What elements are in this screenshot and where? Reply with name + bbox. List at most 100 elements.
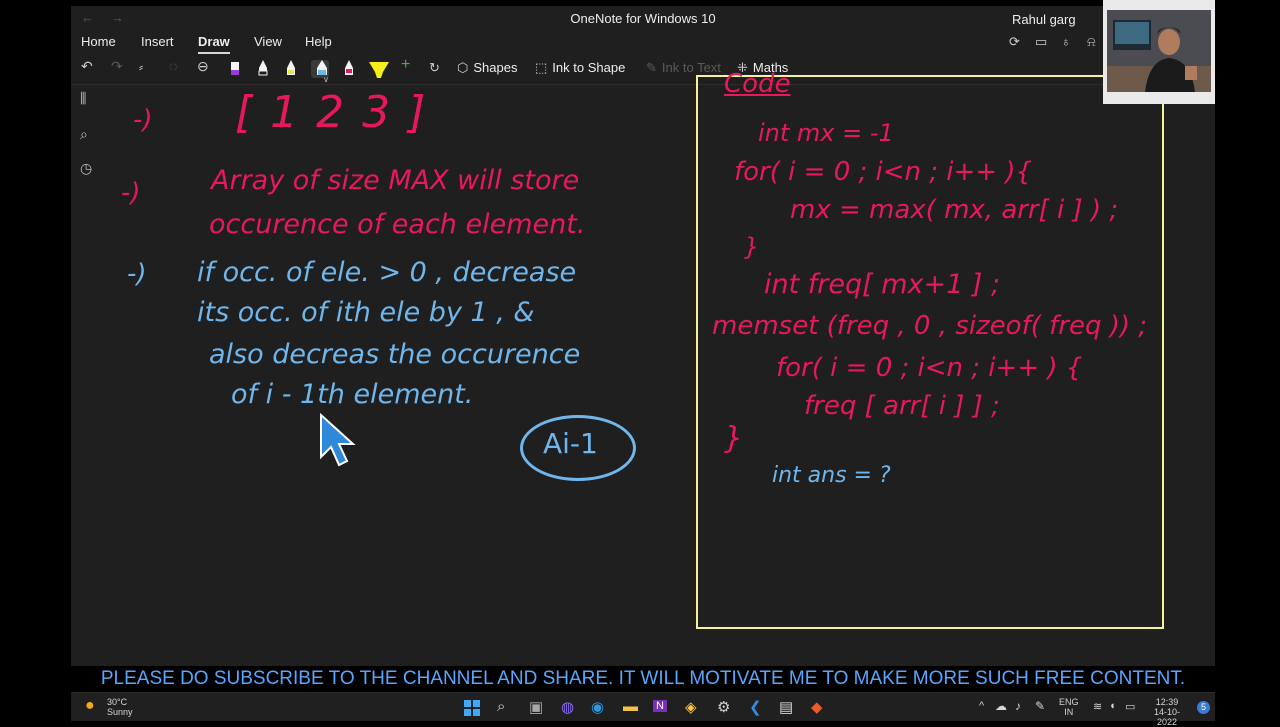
presenter-image — [1107, 10, 1211, 92]
ink-to-shape-button[interactable]: ⬚ Ink to Shape — [535, 60, 625, 76]
pen-2[interactable] — [257, 60, 268, 78]
ink-to-text-button[interactable]: ✎ Ink to Text — [646, 60, 721, 76]
title-bar: ← → OneNote for Windows 10 Rahul garg — [71, 6, 1215, 32]
ink-to-shape-label: Ink to Shape — [552, 60, 626, 75]
tray-chevron-icon[interactable]: ^ — [979, 700, 984, 712]
code-line-6: memset (freq , 0 , sizeof( freq )) ; — [712, 311, 1148, 341]
ink-bullet-4: of i - 1th element. — [231, 379, 474, 410]
page-canvas[interactable]: -) [ 1 2 3 ] -) Array of size MAX will s… — [105, 69, 1215, 666]
undo-icon[interactable]: ↶ — [81, 58, 93, 75]
code-line-2: for( i = 0 ; i<n ; i++ ){ — [734, 157, 1033, 187]
webcam-overlay — [1103, 0, 1215, 104]
pen-tray-icon[interactable]: ✎ — [1035, 699, 1045, 713]
weather-desc: Sunny — [107, 707, 133, 717]
settings-gear-icon[interactable]: ⚙ — [717, 698, 730, 716]
windows-start-icon[interactable] — [464, 700, 480, 716]
subscribe-banner: PLEASE DO SUBSCRIBE TO THE CHANNEL AND S… — [71, 666, 1215, 692]
tab-draw[interactable]: Draw — [198, 34, 230, 54]
file-explorer-icon[interactable]: ▬ — [623, 698, 638, 715]
ink-circled-label: Ai-1 — [543, 427, 598, 460]
redo-icon[interactable]: ↷ — [111, 58, 123, 75]
language-indicator[interactable]: ENG IN — [1059, 697, 1079, 717]
highlighter-yellow-icon — [369, 62, 389, 78]
ink-line-1: Array of size MAX will store — [211, 165, 580, 196]
tab-home[interactable]: Home — [81, 34, 116, 49]
microphone-icon[interactable]: ♪ — [1015, 699, 1021, 713]
left-nav: ⫼ ⌕ ◷ — [71, 86, 105, 666]
svg-text:v: v — [324, 75, 328, 82]
pen-5[interactable] — [343, 60, 353, 78]
pen-yellow-icon — [287, 60, 295, 75]
recent-clock-icon[interactable]: ◷ — [80, 160, 92, 177]
pen-3[interactable] — [285, 60, 295, 78]
onenote-window: ← → OneNote for Windows 10 Rahul garg Ho… — [71, 6, 1215, 666]
battery-icon[interactable]: ▭ — [1125, 700, 1135, 713]
weather-temp: 30°C — [107, 697, 128, 707]
notebooks-icon[interactable]: ⫼ — [80, 90, 86, 107]
pen-blue-icon: v — [317, 60, 328, 84]
code-line-7: for( i = 0 ; i<n ; i++ ) { — [776, 353, 1083, 383]
lasso-select-icon[interactable]: ◌ — [169, 58, 177, 74]
clock[interactable]: 12:39 14-10-2022 — [1145, 697, 1189, 727]
vscode-icon[interactable]: ❮ — [749, 698, 762, 716]
weather-widget[interactable]: 30°C Sunny — [107, 697, 133, 717]
windows-taskbar: ● 30°C Sunny ⌕ ▣ ◍ ◉ ▬ N ◈ ⚙ ❮ ▤ ◆ ^ ☁ ♪… — [71, 692, 1215, 727]
ink-array: [ 1 2 3 ] — [235, 87, 428, 138]
volume-icon[interactable]: ◖ — [1109, 700, 1116, 712]
search-icon[interactable]: ⌕ — [80, 126, 88, 143]
onenote-taskbar-icon[interactable]: N — [653, 700, 667, 712]
user-name[interactable]: Rahul garg — [1012, 12, 1076, 27]
bell-icon[interactable]: ⍾ — [1087, 34, 1096, 50]
sync-icon[interactable]: ⟳ — [1009, 34, 1020, 50]
pen-4-selected[interactable]: v — [311, 60, 329, 84]
ink-to-text-icon: ✎ — [646, 60, 657, 75]
shapes-button[interactable]: ⬡ Shapes — [457, 60, 517, 76]
task-view-icon[interactable]: ▣ — [529, 698, 543, 716]
ink-arrow-3: -) — [127, 259, 147, 289]
ink-to-shape-icon: ⬚ — [535, 60, 548, 75]
region-label: IN — [1064, 707, 1074, 717]
brave-browser-icon[interactable]: ◆ — [811, 698, 823, 716]
edge-browser-icon[interactable]: ◉ — [591, 698, 604, 716]
immersive-reader-icon[interactable]: ▭ — [1035, 34, 1047, 50]
ink-replay-icon[interactable]: ↻ — [429, 60, 440, 76]
clock-time: 12:39 — [1155, 697, 1179, 707]
notification-badge[interactable]: 5 — [1197, 701, 1210, 714]
pen-pink-icon — [345, 60, 353, 75]
sticky-app-icon[interactable]: ◈ — [685, 698, 697, 716]
ink-bullet-1: if occ. of ele. > 0 , decrease — [197, 257, 577, 288]
store-icon[interactable]: ▤ — [779, 698, 793, 716]
tab-view[interactable]: View — [254, 34, 282, 49]
pen-black-icon — [258, 60, 268, 76]
pen-purple-icon — [231, 62, 239, 75]
lightbulb-icon[interactable]: ♁ — [1061, 34, 1071, 49]
code-box: Code int mx = -1 for( i = 0 ; i<n ; i++ … — [696, 69, 1164, 629]
chat-icon[interactable]: ◍ — [561, 698, 574, 716]
code-line-1: int mx = -1 — [758, 119, 894, 147]
search-taskbar-icon[interactable]: ⌕ — [497, 698, 505, 715]
add-pen-icon[interactable]: + — [401, 56, 410, 74]
pen-1[interactable] — [229, 60, 239, 78]
code-line-10: int ans = ? — [772, 463, 891, 488]
onedrive-icon[interactable]: ☁ — [995, 699, 1007, 713]
select-text-icon[interactable]: ⸗ — [139, 60, 143, 74]
sun-weather-icon[interactable]: ● — [85, 697, 95, 715]
ink-arrow-2: -) — [121, 178, 141, 208]
tab-help[interactable]: Help — [305, 34, 332, 49]
shapes-icon: ⬡ — [457, 60, 469, 75]
code-line-3: mx = max( mx, arr[ i ] ) ; — [790, 195, 1119, 225]
tab-insert[interactable]: Insert — [141, 34, 174, 49]
lang-label: ENG — [1059, 697, 1079, 707]
highlighter[interactable] — [369, 60, 389, 78]
code-line-5: int freq[ mx+1 ] ; — [764, 269, 1001, 300]
ink-arrow-1: -) — [133, 105, 153, 135]
ribbon-tabs: Home Insert Draw View Help ⟳ ▭ ♁ ⍾ — [71, 32, 1215, 54]
code-heading: Code — [724, 69, 791, 99]
ink-line-2: occurence of each element. — [209, 209, 586, 240]
code-line-4: } — [744, 233, 760, 261]
wifi-icon[interactable]: ≋ — [1093, 700, 1102, 713]
code-line-8: freq [ arr[ i ] ] ; — [804, 391, 1000, 421]
eraser-icon[interactable]: ⊖ — [197, 58, 209, 75]
ink-to-text-label: Ink to Text — [661, 60, 721, 75]
code-line-9: } — [724, 421, 744, 456]
